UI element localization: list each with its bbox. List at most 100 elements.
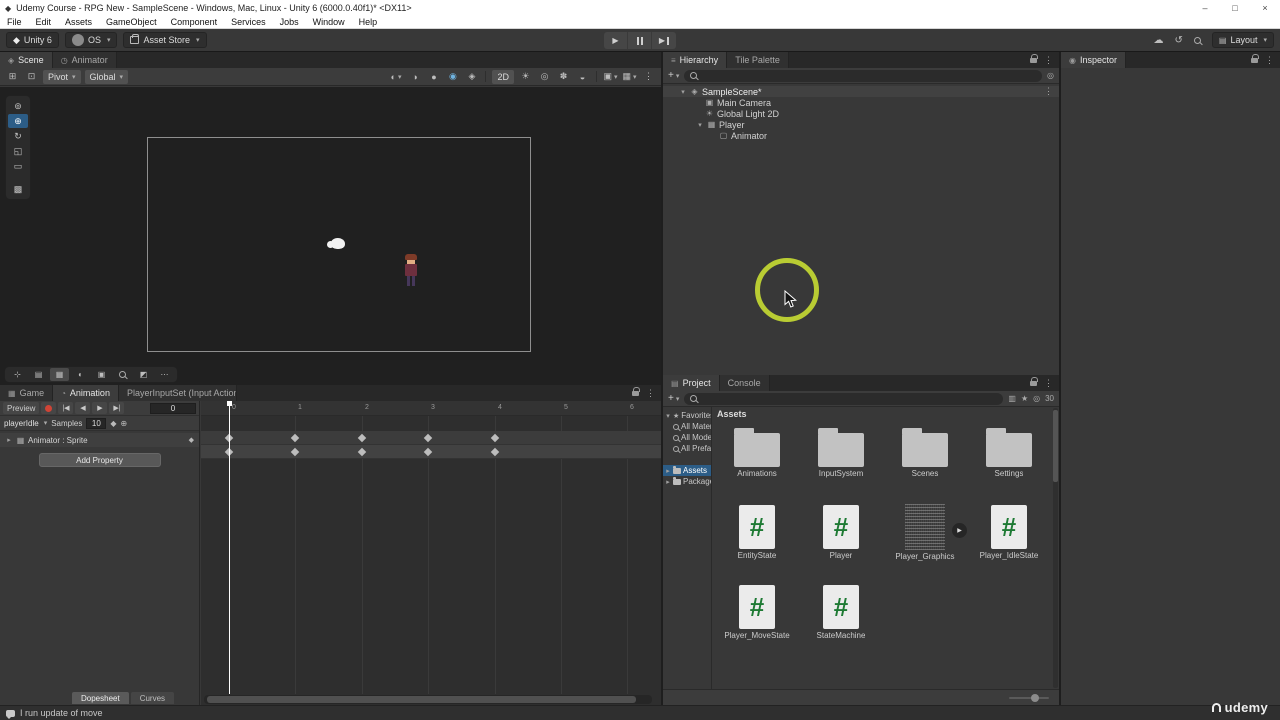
history-icon[interactable]: ↺ — [1175, 35, 1183, 46]
menu-help[interactable]: Help — [352, 16, 385, 28]
minimize-button[interactable]: – — [1190, 0, 1220, 16]
expand-arrow-icon[interactable]: ▸ — [665, 478, 671, 486]
scale-tool-button[interactable]: ◱ — [8, 144, 28, 158]
lock-icon[interactable] — [1030, 376, 1038, 386]
transform-tool-button[interactable]: ▩ — [8, 182, 28, 196]
scene-viewport[interactable]: ⊚ ⊕ ↻ ◱ ▭ ▩ ⊹ ▤ ▦ ◐ ▣ ◩ ⋯ — [0, 87, 661, 385]
view-tool-button[interactable]: ⊚ — [8, 99, 28, 113]
hscrollbar-thumb[interactable] — [207, 696, 636, 703]
property-keyframe-icon[interactable]: ◆ — [189, 436, 194, 444]
lock-icon[interactable] — [632, 386, 640, 396]
property-expand-arrow[interactable]: ▸ — [5, 436, 13, 444]
tree-item-assets[interactable]: ▸ Assets — [663, 465, 711, 476]
tab-inspector[interactable]: ◉ Inspector — [1061, 52, 1127, 68]
scene-lighting-icon[interactable]: ☀ — [518, 70, 533, 84]
current-frame-field[interactable]: 0 — [150, 402, 196, 414]
tab-console[interactable]: Console — [719, 375, 770, 391]
scene-options-icon[interactable]: ⋮ — [1044, 86, 1059, 97]
project-vscrollbar[interactable] — [1053, 408, 1058, 688]
hierarchy-item-animator[interactable]: ▢ Animator — [663, 130, 1059, 141]
curves-tab[interactable]: Curves — [130, 692, 175, 704]
lock-icon[interactable] — [1251, 53, 1259, 63]
tab-tile-palette[interactable]: Tile Palette — [727, 52, 789, 68]
lock-icon[interactable] — [1030, 53, 1038, 63]
expand-asset-icon[interactable] — [952, 523, 967, 538]
pivot-dropdown[interactable]: Pivot — [43, 69, 81, 84]
grid-visual-icon[interactable]: ▤ — [29, 368, 48, 381]
rect-tool-button[interactable]: ▭ — [8, 159, 28, 173]
preview-toggle[interactable]: Preview — [3, 402, 40, 414]
search-by-type-icon[interactable]: ▥ — [1008, 394, 1016, 403]
menu-window[interactable]: Window — [306, 16, 352, 28]
account-dropdown[interactable]: OS — [64, 32, 118, 48]
record-button[interactable] — [41, 402, 57, 414]
step-button[interactable]: ▶ — [652, 32, 676, 49]
shading-mode-icon[interactable]: ◐ — [388, 70, 403, 84]
vscrollbar-thumb[interactable] — [1053, 410, 1058, 482]
zoom-slider-thumb[interactable] — [1031, 693, 1039, 702]
kebab-menu-icon[interactable]: ⋮ — [1044, 55, 1053, 66]
visibility-icon[interactable]: ◒ — [575, 70, 590, 84]
tab-game[interactable]: ▦ Game — [0, 385, 54, 401]
play-anim-button[interactable]: ▶ — [92, 402, 108, 414]
cloud-icon[interactable]: ☁ — [1154, 35, 1164, 46]
hierarchy-item-player[interactable]: ▾ ▦ Player — [663, 119, 1059, 130]
add-property-button[interactable]: Add Property — [38, 453, 161, 467]
grid-axis-icon[interactable]: ▦ — [50, 368, 69, 381]
menu-assets[interactable]: Assets — [58, 16, 99, 28]
scene-picking-icon[interactable]: ◎ — [1047, 71, 1054, 80]
animated-property-row[interactable]: ▸ ▦ Animator : Sprite ◆ — [0, 433, 199, 447]
tab-hierarchy[interactable]: ≡ Hierarchy — [663, 52, 728, 68]
scene-toolbar-kebab-icon[interactable]: ⋮ — [641, 70, 656, 84]
favorite-all-models[interactable]: All Models — [663, 432, 711, 443]
create-asset-button[interactable]: + — [668, 393, 679, 404]
tree-item-packages[interactable]: ▸ Packages — [663, 476, 711, 487]
create-object-button[interactable]: + — [668, 70, 679, 81]
asset-inputsystem[interactable]: InputSystem — [799, 421, 883, 501]
asset-player-movestate[interactable]: Player_MoveState — [715, 581, 799, 661]
save-search-icon[interactable]: ★ — [1021, 394, 1028, 403]
pause-button[interactable] — [628, 32, 652, 49]
hierarchy-item-global-light[interactable]: ☀ Global Light 2D — [663, 108, 1059, 119]
asset-entitystate[interactable]: EntityState — [715, 501, 799, 581]
point-icon[interactable]: ● — [426, 70, 441, 84]
hierarchy-item-samplescene[interactable]: ▾ ◈ SampleScene* ⋮ — [663, 86, 1059, 97]
rotate-tool-button[interactable]: ↻ — [8, 129, 28, 143]
global-dropdown[interactable]: Global — [84, 69, 129, 84]
menu-component[interactable]: Component — [164, 16, 225, 28]
status-message[interactable]: I run update of move — [20, 708, 103, 718]
tab-input-actions[interactable]: PlayerInputSet (Input Actions Ed — [118, 385, 237, 401]
project-search-input[interactable] — [684, 392, 1004, 405]
menu-edit[interactable]: Edit — [29, 16, 59, 28]
dopesheet-hscrollbar[interactable] — [204, 695, 652, 704]
snap-increment-icon[interactable]: ⊡ — [24, 70, 39, 84]
favorites-root[interactable]: ▾ ★ Favorites — [663, 410, 711, 421]
menu-services[interactable]: Services — [224, 16, 273, 28]
overlay-search-icon[interactable] — [113, 368, 132, 381]
dopesheet-area[interactable]: 0 1 2 3 4 5 6 — [201, 401, 661, 705]
asset-statemachine[interactable]: StateMachine — [799, 581, 883, 661]
orientation-icon[interactable]: ⊹ — [8, 368, 27, 381]
expand-arrow-icon[interactable]: ▾ — [696, 121, 704, 129]
favorite-all-materials[interactable]: All Materials — [663, 421, 711, 432]
expand-arrow-icon[interactable]: ▸ — [665, 467, 671, 475]
maximize-button[interactable]: □ — [1220, 0, 1250, 16]
dopesheet-tab[interactable]: Dopesheet — [72, 692, 129, 704]
view-2d-toggle[interactable]: 2D — [492, 69, 514, 84]
lighting-2d-toggle-icon[interactable]: ◉ — [445, 70, 460, 84]
kebab-menu-icon[interactable]: ⋮ — [1044, 378, 1053, 389]
asset-store-dropdown[interactable]: Asset Store — [123, 32, 207, 48]
asset-animations[interactable]: Animations — [715, 421, 799, 501]
play-button[interactable]: ▶ — [604, 32, 628, 49]
clip-dropdown[interactable]: playerIdle — [4, 417, 47, 429]
favorite-all-prefabs[interactable]: All Prefabs — [663, 443, 711, 454]
kebab-menu-icon[interactable]: ⋮ — [646, 388, 655, 399]
overlay-camera-icon[interactable]: ▣ — [92, 368, 111, 381]
expand-arrow-icon[interactable]: ▾ — [665, 412, 671, 420]
kebab-menu-icon[interactable]: ⋮ — [1265, 55, 1274, 66]
menu-gameobject[interactable]: GameObject — [99, 16, 164, 28]
hierarchy-item-main-camera[interactable]: ▣ Main Camera — [663, 97, 1059, 108]
unity-version-badge[interactable]: ◆ Unity 6 — [6, 32, 59, 48]
wireframe-icon[interactable]: ◑ — [407, 70, 422, 84]
layout-dropdown[interactable]: ▤ Layout — [1211, 32, 1274, 48]
